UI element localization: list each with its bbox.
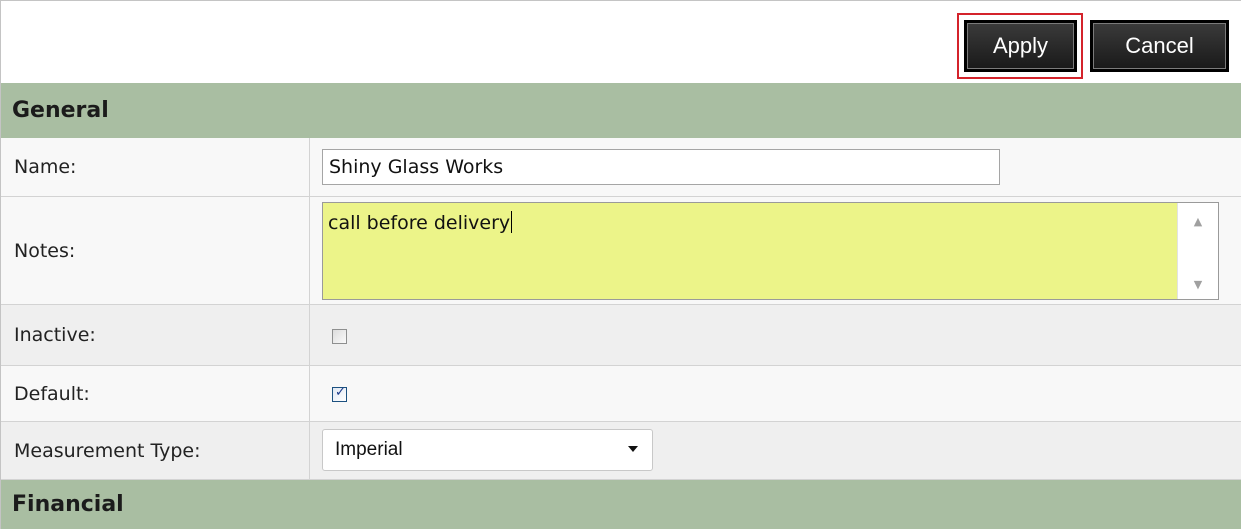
measurement-type-label: Measurement Type: — [1, 422, 310, 479]
name-value-cell: Shiny Glass Works — [310, 138, 1241, 196]
cancel-button-label: Cancel — [1093, 23, 1226, 69]
measurement-type-select[interactable]: Imperial — [322, 429, 653, 471]
scroll-up-arrow-icon[interactable]: ▲ — [1178, 215, 1218, 228]
inactive-label: Inactive: — [1, 305, 310, 365]
form-row-notes: Notes: call before delivery ▲ ▼ — [1, 197, 1241, 305]
notes-label: Notes: — [1, 197, 310, 304]
default-value-cell: ✓ — [310, 366, 1241, 421]
notes-text: call before delivery — [328, 211, 513, 234]
form-row-inactive: Inactive: — [1, 305, 1241, 366]
inactive-value-cell — [310, 305, 1241, 365]
name-input[interactable]: Shiny Glass Works — [322, 149, 1000, 185]
section-header-financial: Financial — [1, 480, 1241, 529]
notes-text-value: call before delivery — [328, 212, 511, 234]
notes-value-cell: call before delivery ▲ ▼ — [310, 197, 1241, 304]
text-caret — [511, 211, 513, 233]
form-row-measurement-type: Measurement Type: Imperial — [1, 422, 1241, 480]
toolbar: Apply Cancel — [1, 0, 1241, 83]
checkmark-icon: ✓ — [335, 385, 346, 400]
notes-textarea[interactable]: call before delivery ▲ ▼ — [322, 202, 1219, 300]
form-row-default: Default: ✓ — [1, 366, 1241, 422]
section-header-general: General — [1, 83, 1241, 138]
form-row-name: Name: Shiny Glass Works — [1, 138, 1241, 197]
measurement-type-value-cell: Imperial — [310, 422, 1241, 479]
apply-button-label: Apply — [967, 23, 1074, 69]
default-label: Default: — [1, 366, 310, 421]
inactive-checkbox[interactable] — [332, 329, 347, 344]
settings-form: Apply Cancel General Name: Shiny Glass W… — [0, 0, 1241, 529]
cancel-button[interactable]: Cancel — [1090, 20, 1229, 72]
default-checkbox[interactable]: ✓ — [332, 385, 347, 402]
notes-scrollbar[interactable]: ▲ ▼ — [1177, 203, 1218, 299]
dropdown-arrow-icon — [628, 446, 638, 452]
name-label: Name: — [1, 138, 310, 196]
scroll-down-arrow-icon[interactable]: ▼ — [1178, 278, 1218, 291]
measurement-type-value: Imperial — [335, 439, 403, 460]
apply-button[interactable]: Apply — [964, 20, 1077, 72]
